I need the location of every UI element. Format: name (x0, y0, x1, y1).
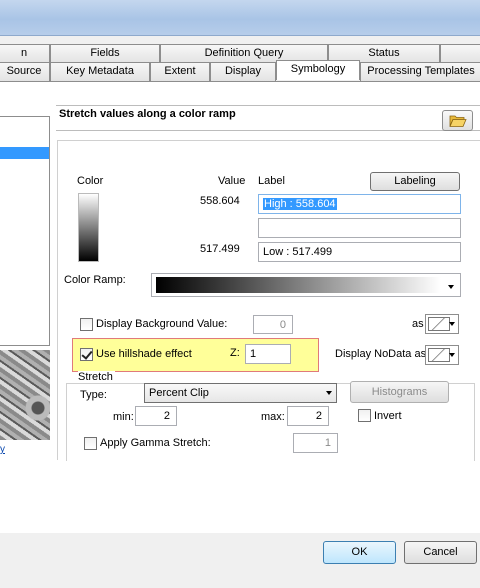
chevron-down-icon (326, 391, 332, 395)
import-button[interactable] (442, 110, 473, 131)
background-value-input[interactable]: 0 (253, 315, 293, 334)
high-value: 558.604 (200, 195, 240, 207)
gamma-checkbox[interactable] (84, 437, 97, 450)
color-ramp-preview (78, 193, 99, 262)
low-label-input[interactable]: Low : 517.499 (258, 242, 461, 262)
ok-button[interactable]: OK (323, 541, 396, 564)
renderer-list-selected-item[interactable] (0, 147, 49, 159)
color-swatch-icon (428, 348, 450, 362)
tab-partial-right[interactable] (440, 44, 480, 63)
color-swatch-icon (428, 317, 450, 331)
tab-partial[interactable]: n (0, 44, 50, 63)
max-label: max: (261, 411, 285, 423)
chevron-down-icon (449, 322, 455, 326)
tab-extent[interactable]: Extent (150, 62, 210, 81)
label-column-header: Label (258, 175, 285, 187)
gamma-value-text: 1 (324, 437, 331, 449)
color-ramp-dropdown[interactable] (151, 273, 461, 297)
tab-processing-templates[interactable]: Processing Templates (360, 62, 480, 81)
chevron-down-icon (448, 285, 454, 289)
max-input[interactable]: 2 (287, 406, 329, 426)
tab-symbology[interactable]: Symbology (276, 60, 360, 80)
preview-image (0, 350, 50, 440)
invert-label: Invert (374, 410, 402, 422)
labeling-button[interactable]: Labeling (370, 172, 460, 191)
cancel-button[interactable]: Cancel (404, 541, 477, 564)
stretch-type-value: Percent Clip (149, 387, 209, 399)
color-column-header: Color (77, 175, 104, 187)
invert-checkbox[interactable] (358, 409, 371, 422)
display-background-checkbox[interactable] (80, 318, 93, 331)
histograms-button[interactable]: Histograms (350, 381, 449, 403)
min-input[interactable]: 2 (135, 406, 177, 426)
stretch-type-label: Type: (80, 389, 107, 401)
z-label: Z: (230, 347, 240, 359)
hillshade-checkbox[interactable] (80, 348, 93, 361)
nodata-color-button[interactable] (425, 345, 459, 365)
tab-fields[interactable]: Fields (50, 44, 160, 63)
display-background-label: Display Background Value: (96, 318, 228, 330)
window-title-bar (0, 0, 480, 36)
background-as-label: as (412, 318, 424, 330)
renderer-list[interactable] (0, 116, 50, 346)
nodata-label: Display NoData as (335, 348, 427, 360)
background-color-button[interactable] (425, 314, 459, 334)
z-factor-input[interactable]: 1 (245, 344, 291, 364)
color-ramp-gradient (156, 277, 441, 293)
page-title: Stretch values along a color ramp (59, 108, 236, 120)
gamma-label: Apply Gamma Stretch: (100, 437, 211, 449)
min-label: min: (113, 411, 134, 423)
about-link[interactable]: y (0, 444, 5, 455)
tab-display[interactable]: Display (210, 62, 276, 81)
low-value: 517.499 (200, 243, 240, 255)
middle-label-input[interactable] (258, 218, 461, 238)
high-label-input[interactable]: High : 558.604 (258, 194, 461, 214)
chevron-down-icon (449, 353, 455, 357)
stretch-group-label: Stretch (78, 371, 115, 383)
tab-key-metadata[interactable]: Key Metadata (50, 62, 150, 81)
hillshade-label: Use hillshade effect (96, 348, 192, 360)
high-label-text: High : 558.604 (263, 198, 337, 210)
gamma-input[interactable]: 1 (293, 433, 338, 453)
folder-open-icon (448, 115, 467, 127)
value-column-header: Value (218, 175, 246, 187)
color-ramp-label: Color Ramp: (64, 274, 126, 286)
tab-source[interactable]: Source (0, 62, 50, 81)
stretch-type-dropdown[interactable]: Percent Clip (144, 383, 337, 403)
background-value-text: 0 (279, 319, 286, 331)
